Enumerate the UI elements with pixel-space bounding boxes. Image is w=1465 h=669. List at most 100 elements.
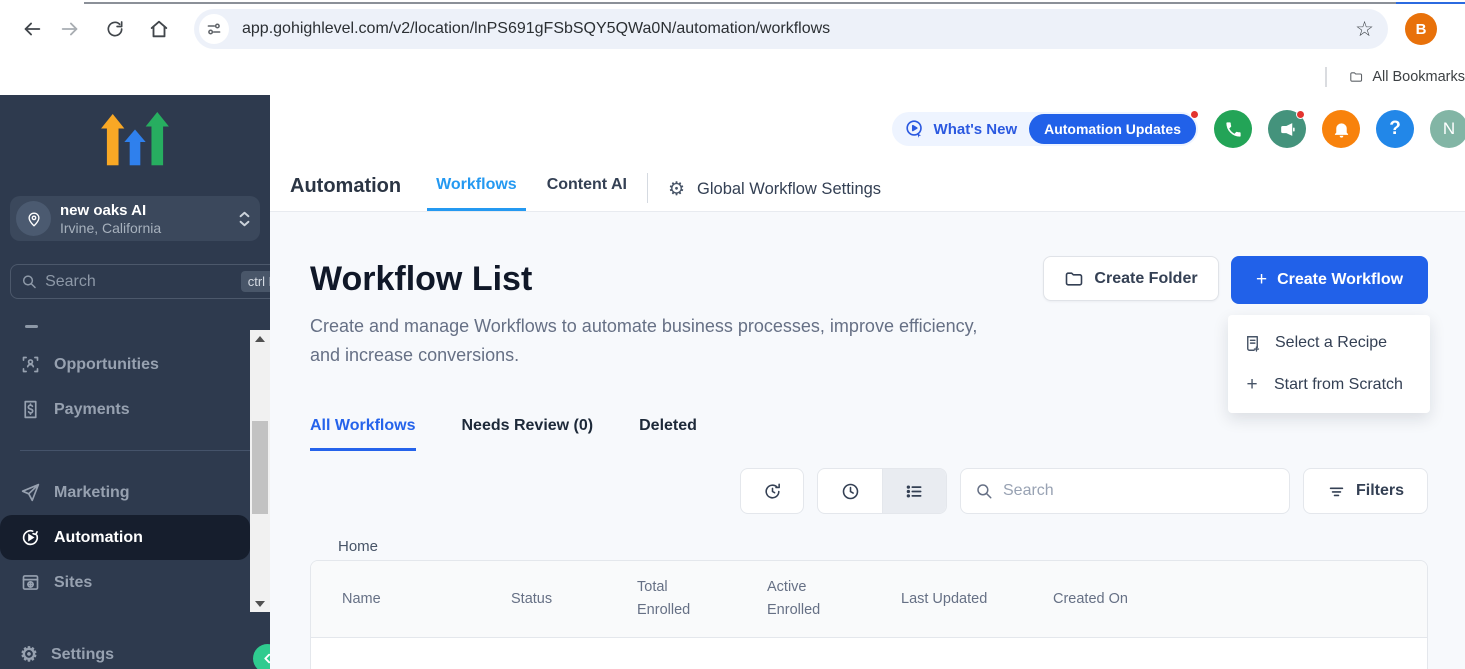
workflow-table: Name Status Total Enrolled Active Enroll… bbox=[310, 560, 1428, 669]
notifications-button[interactable] bbox=[1322, 110, 1360, 148]
all-bookmarks-button[interactable]: All Bookmarks bbox=[1325, 58, 1465, 95]
bookmark-star-icon[interactable]: ☆ bbox=[1355, 19, 1374, 40]
filter-lines-icon bbox=[1327, 482, 1346, 501]
forward-arrow-icon bbox=[59, 18, 81, 40]
section-title: Automation bbox=[290, 175, 401, 211]
search-icon bbox=[21, 273, 37, 290]
gear-icon: ⚙ bbox=[668, 180, 685, 199]
refresh-icon bbox=[105, 19, 125, 39]
breadcrumb-home[interactable]: Home bbox=[338, 538, 1428, 555]
table-empty-row bbox=[311, 638, 1427, 669]
location-pin-icon bbox=[25, 210, 43, 228]
sidebar-item-label: Opportunities bbox=[54, 356, 159, 374]
home-icon bbox=[148, 18, 170, 40]
sidebar-item-settings[interactable]: ⚙ Settings bbox=[0, 632, 270, 669]
sidebar-item-sites[interactable]: Sites bbox=[0, 560, 270, 605]
browser-back-button[interactable] bbox=[17, 14, 47, 44]
main-area: What's New Automation Updates bbox=[270, 95, 1465, 669]
notification-dot bbox=[1190, 110, 1199, 119]
filters-label: Filters bbox=[1356, 482, 1404, 500]
automation-updates-badge[interactable]: Automation Updates bbox=[1029, 114, 1196, 144]
user-avatar[interactable]: N bbox=[1430, 110, 1465, 148]
menu-item-select-recipe[interactable]: Select a Recipe bbox=[1228, 322, 1430, 364]
create-workflow-label: Create Workflow bbox=[1277, 271, 1403, 289]
sidebar: new oaks AI Irvine, California ctrl K bbox=[0, 95, 270, 669]
global-workflow-settings-link[interactable]: ⚙ Global Workflow Settings bbox=[668, 180, 881, 211]
plus-icon: + bbox=[1256, 269, 1267, 291]
view-toggle-list[interactable] bbox=[882, 469, 946, 513]
chevron-down-icon bbox=[239, 220, 250, 227]
list-view-icon bbox=[904, 481, 925, 502]
address-bar[interactable]: app.gohighlevel.com/v2/location/lnPS691g… bbox=[194, 9, 1388, 49]
plus-icon: + bbox=[1243, 374, 1261, 396]
gohighlevel-logo bbox=[0, 112, 270, 174]
help-button[interactable]: ? bbox=[1376, 110, 1414, 148]
sidebar-search-box[interactable]: ctrl K bbox=[10, 264, 270, 299]
back-arrow-icon bbox=[21, 18, 43, 40]
browser-home-button[interactable] bbox=[144, 14, 174, 44]
site-info-button[interactable] bbox=[199, 14, 229, 44]
notification-dot bbox=[1296, 110, 1305, 119]
create-workflow-button[interactable]: + Create Workflow bbox=[1231, 256, 1428, 304]
tab-all-workflows[interactable]: All Workflows bbox=[310, 417, 416, 451]
sidebar-item-label: Automation bbox=[54, 529, 143, 547]
whats-new-label: What's New bbox=[934, 121, 1018, 138]
create-workflow-dropdown: Select a Recipe + Start from Scratch bbox=[1228, 315, 1430, 413]
sidebar-item-label: Payments bbox=[54, 401, 130, 419]
workflow-list-tabs: All Workflows Needs Review (0) Deleted bbox=[310, 417, 1428, 451]
phone-button[interactable] bbox=[1214, 110, 1252, 148]
browser-forward-button[interactable] bbox=[55, 14, 85, 44]
location-switcher-chevrons bbox=[239, 211, 250, 227]
automation-nav: Automation Workflows Content AI ⚙ Global… bbox=[290, 173, 881, 211]
scrollbar-up-arrow[interactable] bbox=[250, 330, 270, 347]
url-text[interactable]: app.gohighlevel.com/v2/location/lnPS691g… bbox=[242, 20, 1355, 38]
history-icon bbox=[762, 481, 783, 502]
filters-button[interactable]: Filters bbox=[1303, 468, 1428, 514]
sidebar-search-input[interactable] bbox=[45, 273, 241, 291]
list-toolbar: Filters bbox=[310, 468, 1428, 514]
location-switcher[interactable]: new oaks AI Irvine, California bbox=[10, 196, 260, 241]
truncated-item-above bbox=[25, 325, 38, 328]
create-folder-button[interactable]: Create Folder bbox=[1043, 256, 1219, 301]
sidebar-item-marketing[interactable]: Marketing bbox=[0, 470, 270, 515]
sidebar-item-opportunities[interactable]: Opportunities bbox=[0, 342, 270, 387]
history-button[interactable] bbox=[740, 468, 804, 514]
browser-toolbar: app.gohighlevel.com/v2/location/lnPS691g… bbox=[0, 0, 1465, 58]
opportunities-icon bbox=[20, 354, 41, 375]
workflow-search-input[interactable] bbox=[1003, 482, 1275, 500]
location-pin-badge bbox=[16, 201, 51, 236]
chevron-up-icon bbox=[239, 211, 250, 218]
menu-item-label: Start from Scratch bbox=[1274, 376, 1403, 394]
sidebar-item-automation[interactable]: Automation bbox=[0, 515, 250, 560]
view-toggle-recent[interactable] bbox=[818, 469, 882, 513]
scrollbar-thumb[interactable] bbox=[252, 421, 268, 514]
search-icon bbox=[975, 482, 993, 500]
header-actions-row: What's New Automation Updates bbox=[892, 110, 1465, 148]
tab-content-ai[interactable]: Content AI bbox=[538, 176, 636, 211]
workflow-search-box[interactable] bbox=[960, 468, 1290, 514]
all-bookmarks-label: All Bookmarks bbox=[1372, 69, 1465, 85]
tab-workflows[interactable]: Workflows bbox=[427, 176, 526, 211]
column-header-status: Status bbox=[511, 588, 637, 611]
sidebar-scrollbar[interactable] bbox=[250, 330, 270, 612]
location-name: new oaks AI bbox=[60, 201, 239, 220]
tab-needs-review[interactable]: Needs Review (0) bbox=[462, 417, 594, 451]
sidebar-search-row: ctrl K bbox=[10, 264, 262, 299]
column-header-created-on: Created On bbox=[1053, 588, 1427, 611]
browser-refresh-button[interactable] bbox=[100, 14, 130, 44]
whats-new-button[interactable]: What's New Automation Updates bbox=[892, 112, 1198, 146]
sidebar-nav: Opportunities Payments Marketing Automat… bbox=[0, 325, 270, 669]
menu-item-start-from-scratch[interactable]: + Start from Scratch bbox=[1228, 364, 1430, 406]
scrollbar-down-arrow[interactable] bbox=[250, 595, 270, 612]
browser-profile-avatar[interactable]: B bbox=[1405, 13, 1437, 45]
tab-deleted[interactable]: Deleted bbox=[639, 417, 697, 451]
column-header-last-updated: Last Updated bbox=[901, 588, 1053, 611]
page-actions: Create Folder + Create Workflow bbox=[1043, 256, 1428, 304]
question-mark-icon: ? bbox=[1389, 118, 1401, 140]
location-info: new oaks AI Irvine, California bbox=[60, 201, 239, 237]
announcements-button[interactable] bbox=[1268, 110, 1306, 148]
bell-icon bbox=[1332, 120, 1351, 139]
sidebar-item-label: Sites bbox=[54, 574, 92, 592]
sidebar-item-payments[interactable]: Payments bbox=[0, 387, 270, 432]
menu-item-label: Select a Recipe bbox=[1275, 334, 1387, 352]
